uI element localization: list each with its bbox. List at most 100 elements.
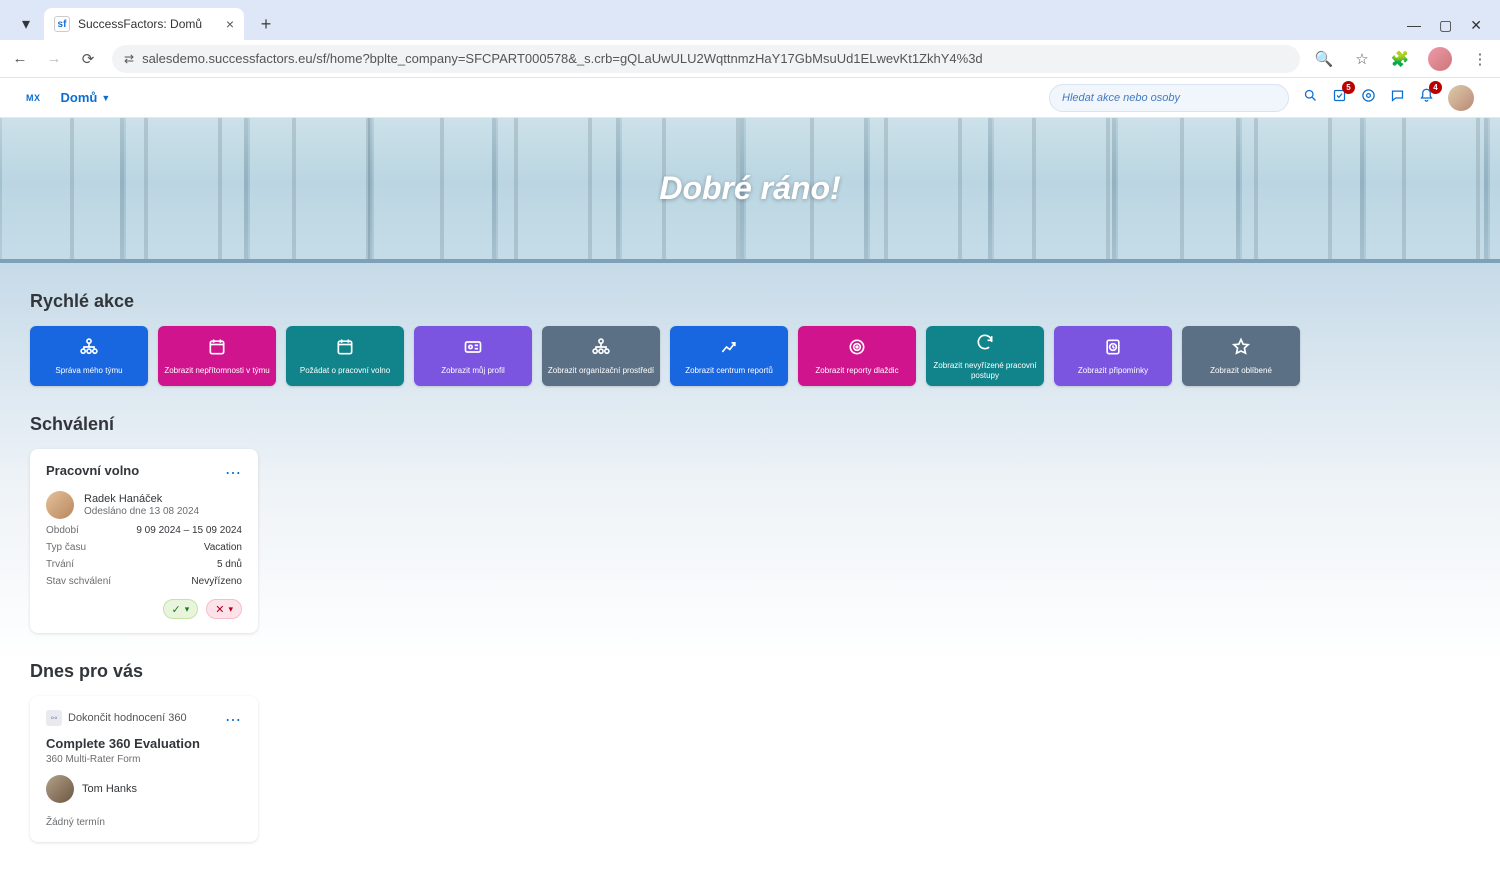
url-bar[interactable]: ⇄ salesdemo.successfactors.eu/sf/home?bp… (112, 45, 1300, 73)
task-type-label: Dokončit hodnocení 360 (68, 712, 187, 724)
quick-actions-row: Správa mého týmu Zobrazit nepřítomnosti v… (30, 326, 1470, 386)
quick-action-4[interactable]: Zobrazit organizační prostředí (542, 326, 660, 386)
reject-button[interactable]: ✕▾ (206, 599, 242, 619)
quick-action-0[interactable]: Správa mého týmu (30, 326, 148, 386)
window-maximize-icon[interactable]: ▢ (1439, 17, 1452, 34)
section-approvals-title: Schválení (30, 414, 1470, 435)
duration-value: 5 dnů (217, 559, 242, 570)
browser-tab-strip: ▾ sf SuccessFactors: Domů × + — ▢ ✕ (0, 0, 1500, 40)
quick-action-6[interactable]: Zobrazit reporty dlaždic (798, 326, 916, 386)
user-avatar[interactable] (1448, 85, 1474, 111)
approve-button[interactable]: ✓▾ (163, 599, 199, 619)
quick-action-label: Zobrazit oblíbené (1210, 366, 1272, 376)
approval-title: Pracovní volno (46, 463, 139, 478)
chevron-down-icon: ▼ (101, 93, 110, 103)
bookmark-icon[interactable]: ☆ (1352, 50, 1372, 68)
reload-button[interactable]: ⟳ (78, 50, 98, 68)
today-card[interactable]: ◦◦ Dokončit hodnocení 360 ⋯ Complete 360… (30, 696, 258, 842)
refresh-icon (975, 332, 995, 357)
card-more-icon[interactable]: ⋯ (225, 463, 242, 483)
tab-favicon: sf (54, 16, 70, 32)
tab-title: SuccessFactors: Domů (78, 17, 218, 31)
chart-icon (719, 337, 739, 362)
browser-tab[interactable]: sf SuccessFactors: Domů × (44, 8, 244, 40)
window-close-icon[interactable]: ✕ (1470, 17, 1482, 34)
cal-icon (207, 337, 227, 362)
chevron-down-icon: ▾ (228, 604, 233, 615)
quick-action-label: Zobrazit nevyřízené pracovní postupy (930, 361, 1040, 380)
quick-action-label: Zobrazit centrum reportů (685, 366, 773, 376)
requester-avatar (46, 491, 74, 519)
hero-banner: Dobré ráno! (0, 118, 1500, 263)
duration-label: Trvání (46, 559, 74, 570)
task-title: Complete 360 Evaluation (46, 736, 242, 751)
quick-action-2[interactable]: Požádat o pracovní volno (286, 326, 404, 386)
quick-action-label: Zobrazit můj profil (441, 366, 505, 376)
quick-action-label: Požádat o pracovní volno (300, 366, 390, 376)
app-logo[interactable]: MX (26, 93, 41, 103)
close-tab-icon[interactable]: × (226, 16, 234, 32)
site-info-icon[interactable]: ⇄ (124, 52, 134, 66)
target-icon (847, 337, 867, 362)
forward-button[interactable]: → (44, 50, 64, 67)
requester-name: Radek Hanáček (84, 493, 199, 505)
card-more-icon[interactable]: ⋯ (225, 710, 242, 730)
id-icon (463, 337, 483, 362)
period-label: Období (46, 525, 79, 536)
type-value: Vacation (204, 542, 242, 553)
star-icon (1231, 337, 1251, 362)
type-label: Typ času (46, 542, 86, 553)
assignee-name: Tom Hanks (82, 783, 137, 795)
greeting-text: Dobré ráno! (659, 170, 840, 207)
new-tab-button[interactable]: + (252, 10, 280, 38)
cal-icon (335, 337, 355, 362)
quick-action-label: Zobrazit nepřítomnosti v týmu (164, 366, 269, 376)
quick-action-label: Zobrazit připomínky (1078, 366, 1148, 376)
due-text: Žádný termín (46, 817, 242, 828)
support-icon[interactable] (1361, 88, 1376, 107)
nav-home-label: Domů (61, 90, 98, 105)
chevron-down-icon: ▾ (185, 604, 190, 615)
chrome-profile-avatar[interactable] (1428, 47, 1452, 71)
global-search[interactable]: Hledat akce nebo osoby (1049, 84, 1289, 112)
quick-action-8[interactable]: Zobrazit připomínky (1054, 326, 1172, 386)
browser-toolbar: ← → ⟳ ⇄ salesdemo.successfactors.eu/sf/h… (0, 40, 1500, 78)
quick-action-9[interactable]: Zobrazit oblíbené (1182, 326, 1300, 386)
todo-icon[interactable]: 5 (1332, 88, 1347, 107)
quick-action-7[interactable]: Zobrazit nevyřízené pracovní postupy (926, 326, 1044, 386)
notifications-badge: 4 (1429, 81, 1442, 94)
task-subtitle: 360 Multi-Rater Form (46, 754, 242, 765)
search-icon[interactable] (1303, 88, 1318, 107)
quick-action-1[interactable]: Zobrazit nepřítomnosti v týmu (158, 326, 276, 386)
quick-action-5[interactable]: Zobrazit centrum reportů (670, 326, 788, 386)
window-minimize-icon[interactable]: — (1407, 17, 1421, 34)
section-today-title: Dnes pro vás (30, 661, 1470, 682)
assignee-avatar (46, 775, 74, 803)
quick-action-label: Zobrazit reporty dlaždic (815, 366, 898, 376)
approval-card: Pracovní volno ⋯ Radek Hanáček Odesláno … (30, 449, 258, 633)
nav-home[interactable]: Domů ▼ (61, 90, 111, 105)
quick-action-label: Zobrazit organizační prostředí (548, 366, 654, 376)
back-button[interactable]: ← (10, 50, 30, 67)
todo-badge: 5 (1342, 81, 1355, 94)
chrome-menu-icon[interactable]: ⋮ (1470, 50, 1490, 68)
search-placeholder: Hledat akce nebo osoby (1062, 92, 1180, 104)
quick-action-3[interactable]: Zobrazit můj profil (414, 326, 532, 386)
period-value: 9 09 2024 – 15 09 2024 (136, 525, 242, 536)
org-icon (591, 337, 611, 362)
section-quick-actions-title: Rychlé akce (30, 291, 1470, 312)
clock-icon (1103, 337, 1123, 362)
extensions-icon[interactable]: 🧩 (1390, 50, 1410, 68)
org-icon (79, 337, 99, 362)
sent-date: Odesláno dne 13 08 2024 (84, 506, 199, 517)
status-label: Stav schválení (46, 576, 111, 587)
notifications-icon[interactable]: 4 (1419, 88, 1434, 107)
status-value: Nevyřízeno (191, 576, 242, 587)
url-text: salesdemo.successfactors.eu/sf/home?bplt… (142, 51, 983, 66)
app-header: MX Domů ▼ Hledat akce nebo osoby 5 4 (0, 78, 1500, 118)
task-type-icon: ◦◦ (46, 710, 62, 726)
quick-action-label: Správa mého týmu (55, 366, 122, 376)
messages-icon[interactable] (1390, 88, 1405, 107)
tab-list-dropdown[interactable]: ▾ (8, 8, 44, 40)
zoom-icon[interactable]: 🔍 (1314, 50, 1334, 68)
